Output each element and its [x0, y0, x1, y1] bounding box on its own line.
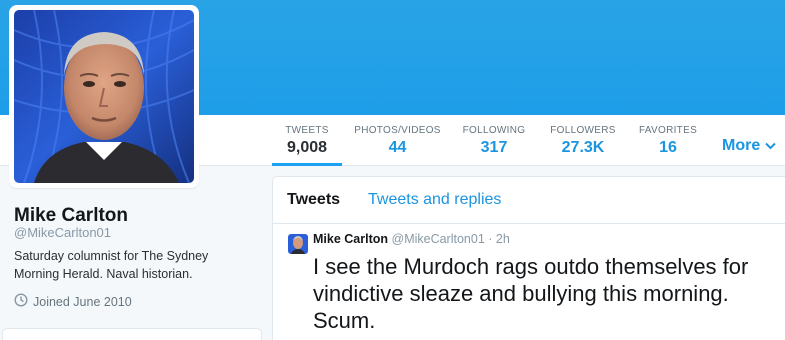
stat-value: 27.3K: [561, 139, 605, 156]
tweet-timestamp[interactable]: 2h: [496, 232, 510, 246]
sidebar-module: [2, 328, 262, 340]
profile-avatar-image: [14, 10, 194, 183]
stat-photos-videos[interactable]: PHOTOS/VIDEOS 44: [350, 125, 445, 157]
tweet-separator: ·: [488, 232, 493, 246]
profile-handle[interactable]: @MikeCarlton01: [14, 225, 111, 240]
tweet-header: Mike Carlton @MikeCarlton01 · 2h: [313, 232, 510, 246]
clock-icon: [14, 293, 28, 310]
stat-following[interactable]: FOLLOWING 317: [458, 125, 530, 157]
joined-text: Joined June 2010: [33, 294, 132, 309]
stat-label: FAVORITES: [638, 125, 698, 136]
tweet-text: I see the Murdoch rags outdo themselves …: [313, 254, 749, 333]
chevron-down-icon: [764, 139, 776, 153]
tab-tweets-and-replies[interactable]: Tweets and replies: [368, 191, 501, 209]
timeline: Tweets Tweets and replies Mike Carlton @…: [272, 176, 785, 340]
profile-bio: Saturday columnist for The Sydney Mornin…: [14, 249, 209, 281]
stat-label: FOLLOWING: [462, 125, 526, 136]
stat-tweets[interactable]: TWEETS 9,008: [272, 125, 342, 157]
stat-label: FOLLOWERS: [550, 125, 616, 136]
timeline-tabs: Tweets Tweets and replies: [273, 177, 785, 224]
profile-joined-date: Joined June 2010: [14, 293, 132, 310]
tweet-author-avatar[interactable]: [288, 234, 308, 254]
tweet-author-handle[interactable]: @MikeCarlton01: [392, 232, 485, 246]
stat-value: 44: [388, 139, 407, 156]
stat-label: PHOTOS/VIDEOS: [354, 125, 441, 136]
profile-name[interactable]: Mike Carlton: [14, 205, 128, 227]
stat-label: TWEETS: [285, 125, 329, 136]
profile-avatar[interactable]: [9, 5, 199, 188]
tweet-author-name[interactable]: Mike Carlton: [313, 232, 388, 246]
stat-followers[interactable]: FOLLOWERS 27.3K: [545, 125, 621, 157]
more-button[interactable]: More: [722, 137, 776, 155]
more-label: More: [722, 137, 761, 154]
active-stat-underline: [272, 163, 342, 166]
stat-value: 9,008: [286, 139, 328, 156]
tab-tweets[interactable]: Tweets: [287, 191, 340, 209]
stat-value: 16: [659, 139, 677, 156]
stat-value: 317: [480, 139, 508, 156]
stat-favorites[interactable]: FAVORITES 16: [634, 125, 702, 157]
